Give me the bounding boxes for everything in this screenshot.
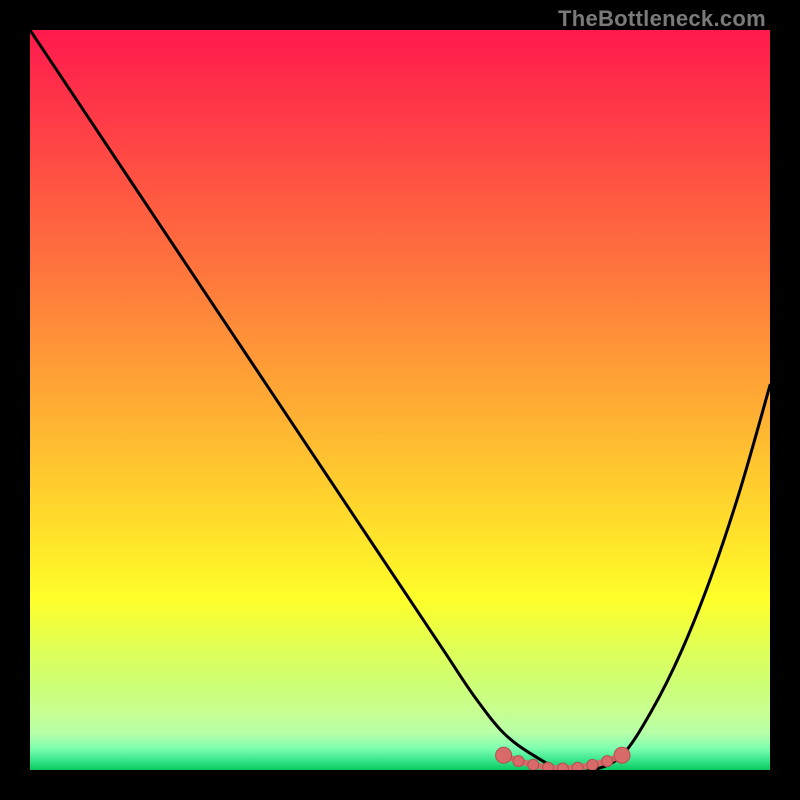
chart-frame (30, 30, 770, 770)
watermark-text: TheBottleneck.com (558, 6, 766, 32)
background-gradient (30, 30, 770, 770)
